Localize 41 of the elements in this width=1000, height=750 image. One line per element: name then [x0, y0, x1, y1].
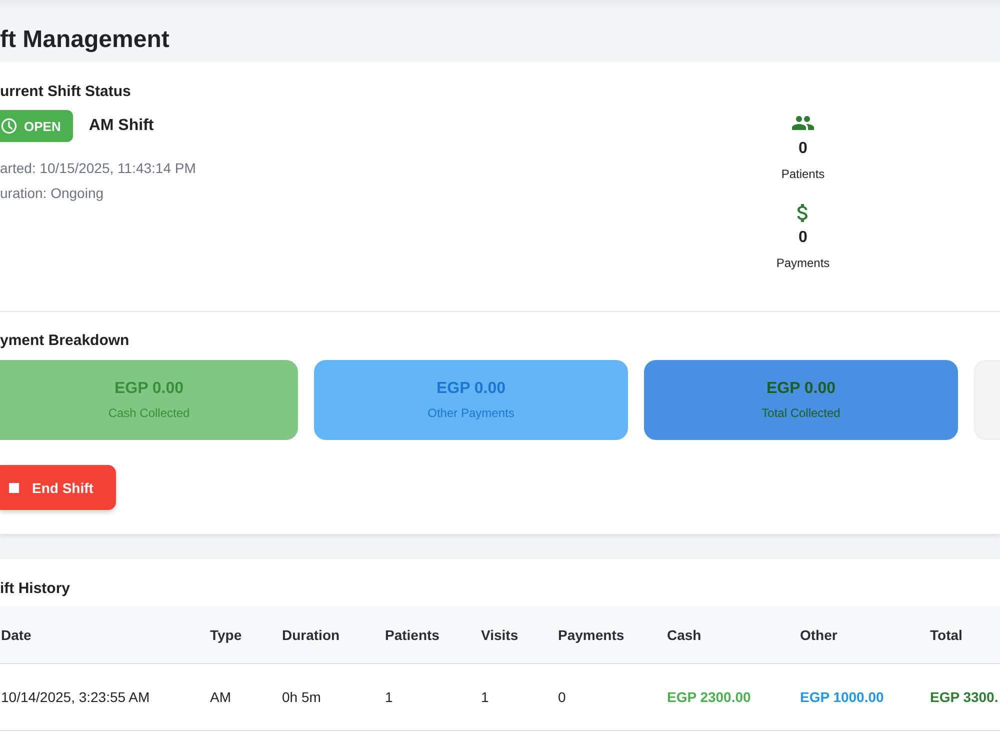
- column-header: Duration: [282, 626, 340, 642]
- stat-value: 0: [798, 228, 808, 248]
- stat-label: Patients: [781, 166, 825, 182]
- people-icon: [792, 116, 814, 130]
- column-header: Patients: [385, 626, 440, 642]
- amount-label: Total Collected: [762, 405, 840, 421]
- section-title: urrent Shift Status: [0, 82, 131, 102]
- table-cell: 0: [558, 689, 566, 705]
- page-title: ft Management: [0, 26, 170, 54]
- table-cell: EGP 3300.: [930, 689, 998, 705]
- table-cell: 1: [385, 689, 393, 705]
- column-header: Type: [210, 626, 242, 642]
- column-header: Date: [1, 626, 32, 642]
- column-header: Total: [930, 626, 962, 642]
- amount-label: Cash Collected: [108, 405, 190, 421]
- section-title: ift History: [0, 579, 70, 599]
- table-cell: EGP 1000.00: [800, 689, 884, 705]
- end-shift-button[interactable]: End Shift: [0, 465, 116, 510]
- column-header: Cash: [667, 626, 702, 642]
- clock-icon: [1, 118, 17, 134]
- column-header: Payments: [558, 626, 624, 642]
- dollar-icon: [796, 204, 809, 222]
- table-cell: 1: [481, 689, 489, 705]
- shift-detail: uration: Ongoing: [0, 184, 104, 203]
- stat-label: Payments: [776, 255, 830, 271]
- amount-value: EGP 0.00: [436, 379, 506, 399]
- table-cell: 10/14/2025, 3:23:55 AM: [1, 689, 150, 705]
- shift-name: AM Shift: [88, 117, 154, 135]
- table-cell: 0h 5m: [282, 689, 321, 705]
- amount-value: EGP 0.00: [114, 379, 184, 399]
- column-header: Visits: [481, 626, 518, 642]
- amount-label: Other Payments: [428, 405, 514, 421]
- table-cell: AM: [210, 689, 231, 705]
- stat-value: 0: [798, 139, 808, 159]
- shift-detail: arted: 10/15/2025, 11:43:14 PM: [0, 159, 196, 178]
- stop-icon: [9, 482, 19, 492]
- table-cell: EGP 2300.00: [667, 689, 751, 705]
- column-header: Other: [800, 626, 838, 642]
- amount-value: EGP 0.00: [766, 379, 836, 399]
- status-label: OPEN: [24, 118, 61, 134]
- section-title: yment Breakdown: [0, 331, 130, 351]
